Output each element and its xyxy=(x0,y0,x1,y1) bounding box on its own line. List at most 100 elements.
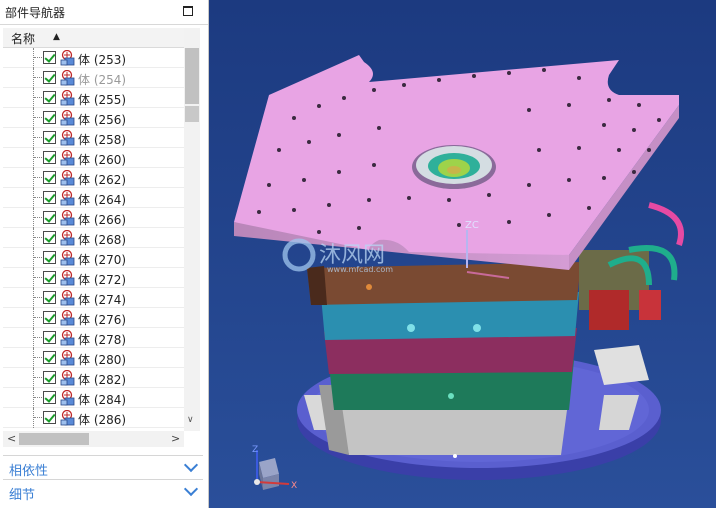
scroll-right-icon[interactable]: > xyxy=(171,432,180,445)
tree-branch-line xyxy=(34,257,42,258)
visibility-checkbox[interactable] xyxy=(43,131,56,144)
solid-body-icon xyxy=(60,330,75,346)
tree-row[interactable]: 体 (278) xyxy=(3,328,184,348)
visibility-checkbox[interactable] xyxy=(43,251,56,264)
horizontal-scrollbar-thumb[interactable] xyxy=(19,433,89,445)
chevron-down-icon[interactable] xyxy=(183,481,199,497)
tree-row[interactable]: 体 (276) xyxy=(3,308,184,328)
solid-body-icon xyxy=(60,130,75,146)
details-section[interactable]: 细节 xyxy=(3,479,203,503)
scroll-down-icon[interactable]: ∨ xyxy=(187,415,194,425)
details-label: 细节 xyxy=(9,488,36,503)
tree-row-label: 体 (274) xyxy=(78,293,127,307)
tree-branch-line xyxy=(34,377,42,378)
solid-body-icon xyxy=(60,310,75,326)
visibility-checkbox[interactable] xyxy=(43,351,56,364)
tree-row[interactable]: 体 (254) xyxy=(3,68,184,88)
solid-body-icon xyxy=(60,70,75,86)
tree-branch-line xyxy=(34,317,42,318)
tree-guide-line xyxy=(33,328,34,348)
tree-guide-line xyxy=(33,188,34,208)
visibility-checkbox[interactable] xyxy=(43,191,56,204)
visibility-checkbox[interactable] xyxy=(43,291,56,304)
tree-row-label: 体 (282) xyxy=(78,373,127,387)
tree-guide-line xyxy=(33,108,34,128)
visibility-checkbox[interactable] xyxy=(43,331,56,344)
visibility-checkbox[interactable] xyxy=(43,391,56,404)
tree-row-label: 体 (272) xyxy=(78,273,127,287)
sort-ascending-icon: ▲ xyxy=(53,32,60,42)
tree-row[interactable]: 体 (258) xyxy=(3,128,184,148)
tree-guide-line xyxy=(33,148,34,168)
tree-row[interactable]: 体 (282) xyxy=(3,368,184,388)
tree-row-label: 体 (286) xyxy=(78,413,127,427)
horizontal-scrollbar[interactable]: < > xyxy=(3,431,184,447)
tree-row-label: 体 (270) xyxy=(78,253,127,267)
navigator-tree[interactable]: 体 (253) 体 (254) 体 (255) 体 (256) 体 (258) 体 (26… xyxy=(3,48,184,428)
maximize-icon[interactable] xyxy=(183,6,193,16)
tree-branch-line xyxy=(34,77,42,78)
tree-branch-line xyxy=(34,197,42,198)
wcs-zc-label: ZC xyxy=(465,220,479,231)
tree-row-label: 体 (278) xyxy=(78,333,127,347)
tree-guide-line xyxy=(33,368,34,388)
tree-row[interactable]: 体 (266) xyxy=(3,208,184,228)
tree-row-label: 体 (268) xyxy=(78,233,127,247)
graphics-viewport[interactable]: ZC 沐风网 www.mfcad.com Z X xyxy=(209,0,716,508)
scrollbar-thumb-lower[interactable] xyxy=(185,106,199,122)
tree-row[interactable]: 体 (272) xyxy=(3,268,184,288)
tree-row[interactable]: 体 (256) xyxy=(3,108,184,128)
tree-row[interactable]: 体 (268) xyxy=(3,228,184,248)
solid-body-icon xyxy=(60,210,75,226)
visibility-checkbox[interactable] xyxy=(43,51,56,64)
tree-branch-line xyxy=(34,397,42,398)
tree-branch-line xyxy=(34,237,42,238)
tree-row[interactable]: 体 (264) xyxy=(3,188,184,208)
chevron-down-icon[interactable] xyxy=(183,457,199,473)
tree-row[interactable]: 体 (253) xyxy=(3,48,184,68)
scrollbar-thumb[interactable] xyxy=(185,48,199,104)
tree-row[interactable]: 体 (262) xyxy=(3,168,184,188)
tree-row[interactable]: 体 (280) xyxy=(3,348,184,368)
tree-branch-line xyxy=(34,337,42,338)
tree-row[interactable]: 体 (284) xyxy=(3,388,184,408)
solid-body-icon xyxy=(60,370,75,386)
visibility-checkbox[interactable] xyxy=(43,411,56,424)
tree-row-label: 体 (284) xyxy=(78,393,127,407)
vertical-scrollbar[interactable]: ∨ xyxy=(184,28,200,431)
tree-row[interactable]: 体 (255) xyxy=(3,88,184,108)
tree-guide-line xyxy=(33,388,34,408)
visibility-checkbox[interactable] xyxy=(43,271,56,284)
visibility-checkbox[interactable] xyxy=(43,171,56,184)
tree-row[interactable]: 体 (260) xyxy=(3,148,184,168)
tree-branch-line xyxy=(34,97,42,98)
solid-body-icon xyxy=(60,350,75,366)
scroll-left-icon[interactable]: < xyxy=(7,432,16,445)
tree-guide-line xyxy=(33,48,34,68)
tree-branch-line xyxy=(34,137,42,138)
tree-guide-line xyxy=(33,228,34,248)
tree-guide-line xyxy=(33,128,34,148)
tree-row[interactable]: 体 (286) xyxy=(3,408,184,428)
column-header-name[interactable]: 名称 ▲ xyxy=(3,28,200,48)
visibility-checkbox[interactable] xyxy=(43,151,56,164)
tree-row-label: 体 (262) xyxy=(78,173,127,187)
tree-guide-line xyxy=(33,68,34,88)
mold-assembly-view: ZC 沐风网 www.mfcad.com Z X xyxy=(209,0,716,508)
dependencies-section[interactable]: 相依性 xyxy=(3,455,203,479)
visibility-checkbox[interactable] xyxy=(43,211,56,224)
tree-guide-line xyxy=(33,348,34,368)
visibility-checkbox[interactable] xyxy=(43,231,56,244)
visibility-checkbox[interactable] xyxy=(43,71,56,84)
tree-row-label: 体 (276) xyxy=(78,313,127,327)
visibility-checkbox[interactable] xyxy=(43,91,56,104)
tree-row-label: 体 (260) xyxy=(78,153,127,167)
visibility-checkbox[interactable] xyxy=(43,111,56,124)
visibility-checkbox[interactable] xyxy=(43,311,56,324)
tree-guide-line xyxy=(33,268,34,288)
tree-row[interactable]: 体 (270) xyxy=(3,248,184,268)
tree-row[interactable]: 体 (274) xyxy=(3,288,184,308)
visibility-checkbox[interactable] xyxy=(43,371,56,384)
solid-body-icon xyxy=(60,190,75,206)
solid-body-icon xyxy=(60,410,75,426)
